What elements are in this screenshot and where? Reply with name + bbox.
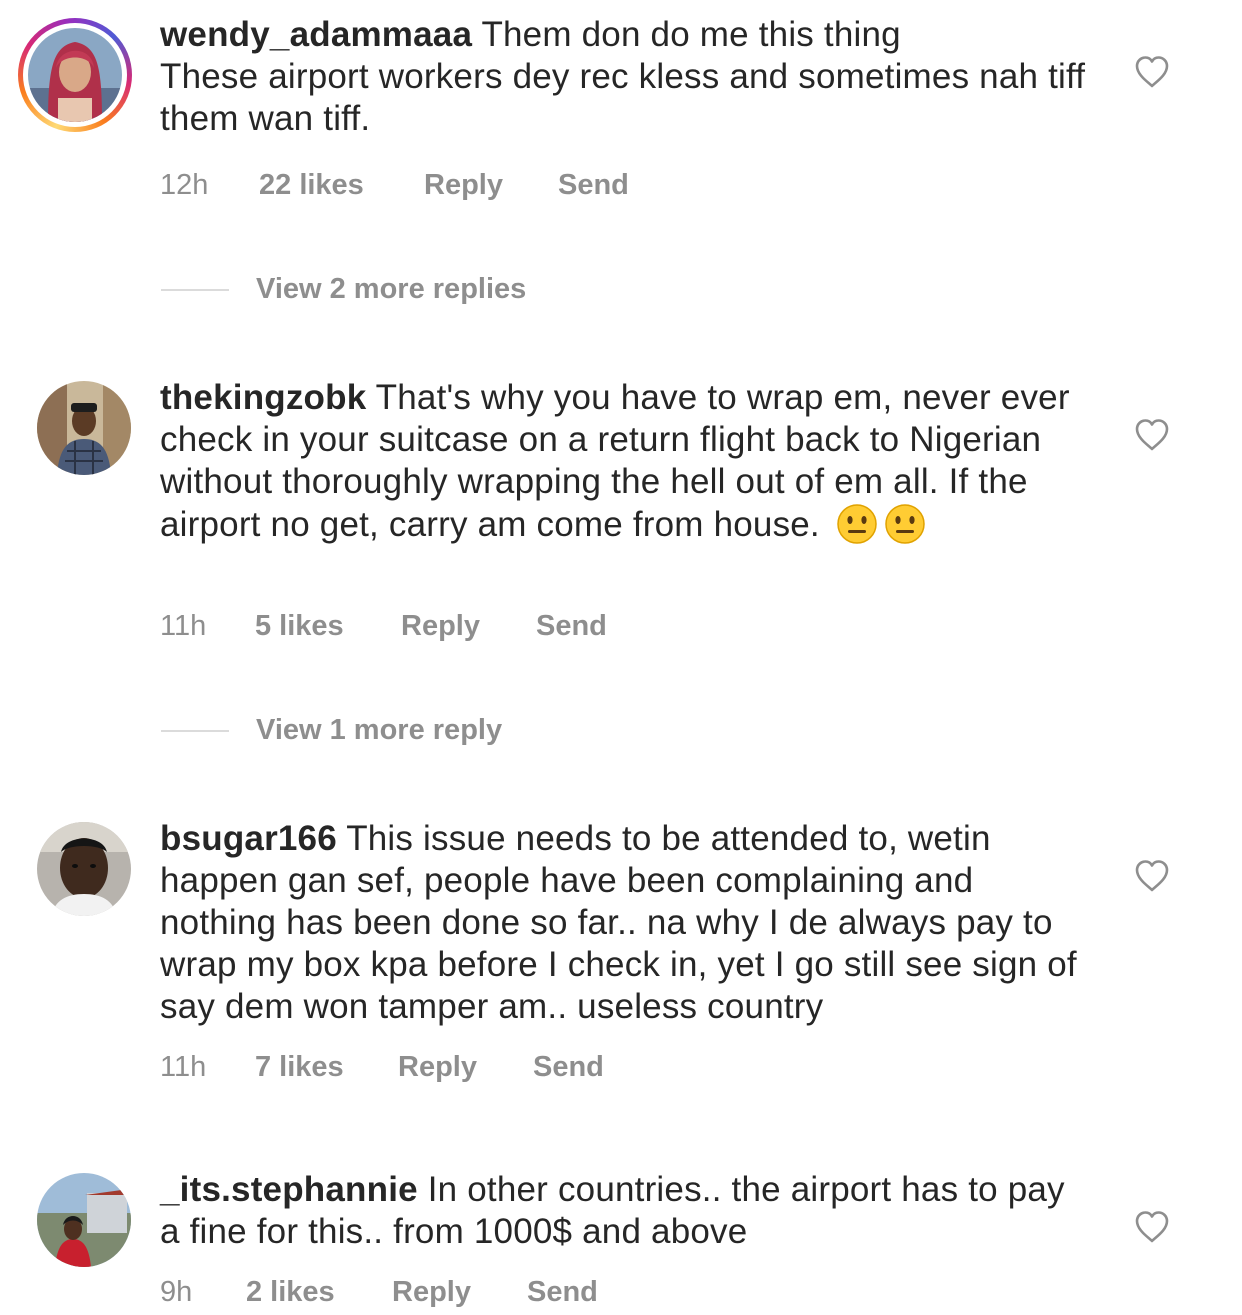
comment-meta: 11h 7 likes Reply Send (160, 1051, 604, 1084)
comment-meta: 12h 22 likes Reply Send (160, 169, 629, 202)
neutral-face-emoji-icon (836, 503, 878, 545)
comment-text-continued: These airport workers dey rec kless and … (160, 57, 1086, 138)
avatar[interactable] (37, 1173, 131, 1267)
avatar-story-ring[interactable] (18, 18, 132, 132)
reply-button[interactable]: Reply (398, 1051, 477, 1084)
comment-username[interactable]: bsugar166 (160, 819, 337, 858)
likes-count-button[interactable]: 22 likes (259, 169, 364, 202)
reply-button[interactable]: Reply (424, 169, 503, 202)
likes-count-button[interactable]: 7 likes (255, 1051, 344, 1084)
comment-meta: 11h 5 likes Reply Send (160, 610, 607, 643)
reply-thread-line (161, 289, 229, 292)
comment-meta: 9h 2 likes Reply Send (160, 1276, 598, 1309)
reply-button[interactable]: Reply (401, 610, 480, 643)
view-more-replies-button[interactable]: View 1 more reply (161, 714, 502, 747)
avatar[interactable] (37, 381, 131, 475)
comment-username[interactable]: _its.stephannie (160, 1170, 418, 1209)
heart-icon[interactable] (1134, 1210, 1170, 1244)
comment-time: 9h (160, 1276, 193, 1308)
heart-icon[interactable] (1134, 418, 1170, 452)
send-button[interactable]: Send (527, 1276, 598, 1309)
reply-button[interactable]: Reply (392, 1276, 471, 1309)
reply-thread-line (161, 730, 229, 733)
send-button[interactable]: Send (536, 610, 607, 643)
comment-body: bsugar166 This issue needs to be attende… (160, 818, 1090, 1028)
heart-icon[interactable] (1134, 859, 1170, 893)
comment-body: wendy_adammaaa Them don do me this thing… (160, 14, 1090, 140)
avatar (28, 28, 122, 122)
send-button[interactable]: Send (533, 1051, 604, 1084)
send-button[interactable]: Send (558, 169, 629, 202)
comment-body: thekingzobk That's why you have to wrap … (160, 377, 1090, 546)
likes-count-button[interactable]: 2 likes (246, 1276, 335, 1309)
heart-icon[interactable] (1134, 55, 1170, 89)
avatar[interactable] (37, 822, 131, 916)
comment-text: Them don do me this thing (481, 15, 901, 54)
likes-count-button[interactable]: 5 likes (255, 610, 344, 643)
comment-username[interactable]: wendy_adammaaa (160, 15, 472, 54)
neutral-face-emoji-icon (884, 503, 926, 545)
comment-time: 11h (160, 610, 207, 642)
comment-body: _its.stephannie In other countries.. the… (160, 1169, 1090, 1253)
comment-time: 12h (160, 169, 209, 201)
comment-username[interactable]: thekingzobk (160, 378, 366, 417)
comment-time: 11h (160, 1051, 207, 1083)
view-more-replies-button[interactable]: View 2 more replies (161, 273, 526, 306)
